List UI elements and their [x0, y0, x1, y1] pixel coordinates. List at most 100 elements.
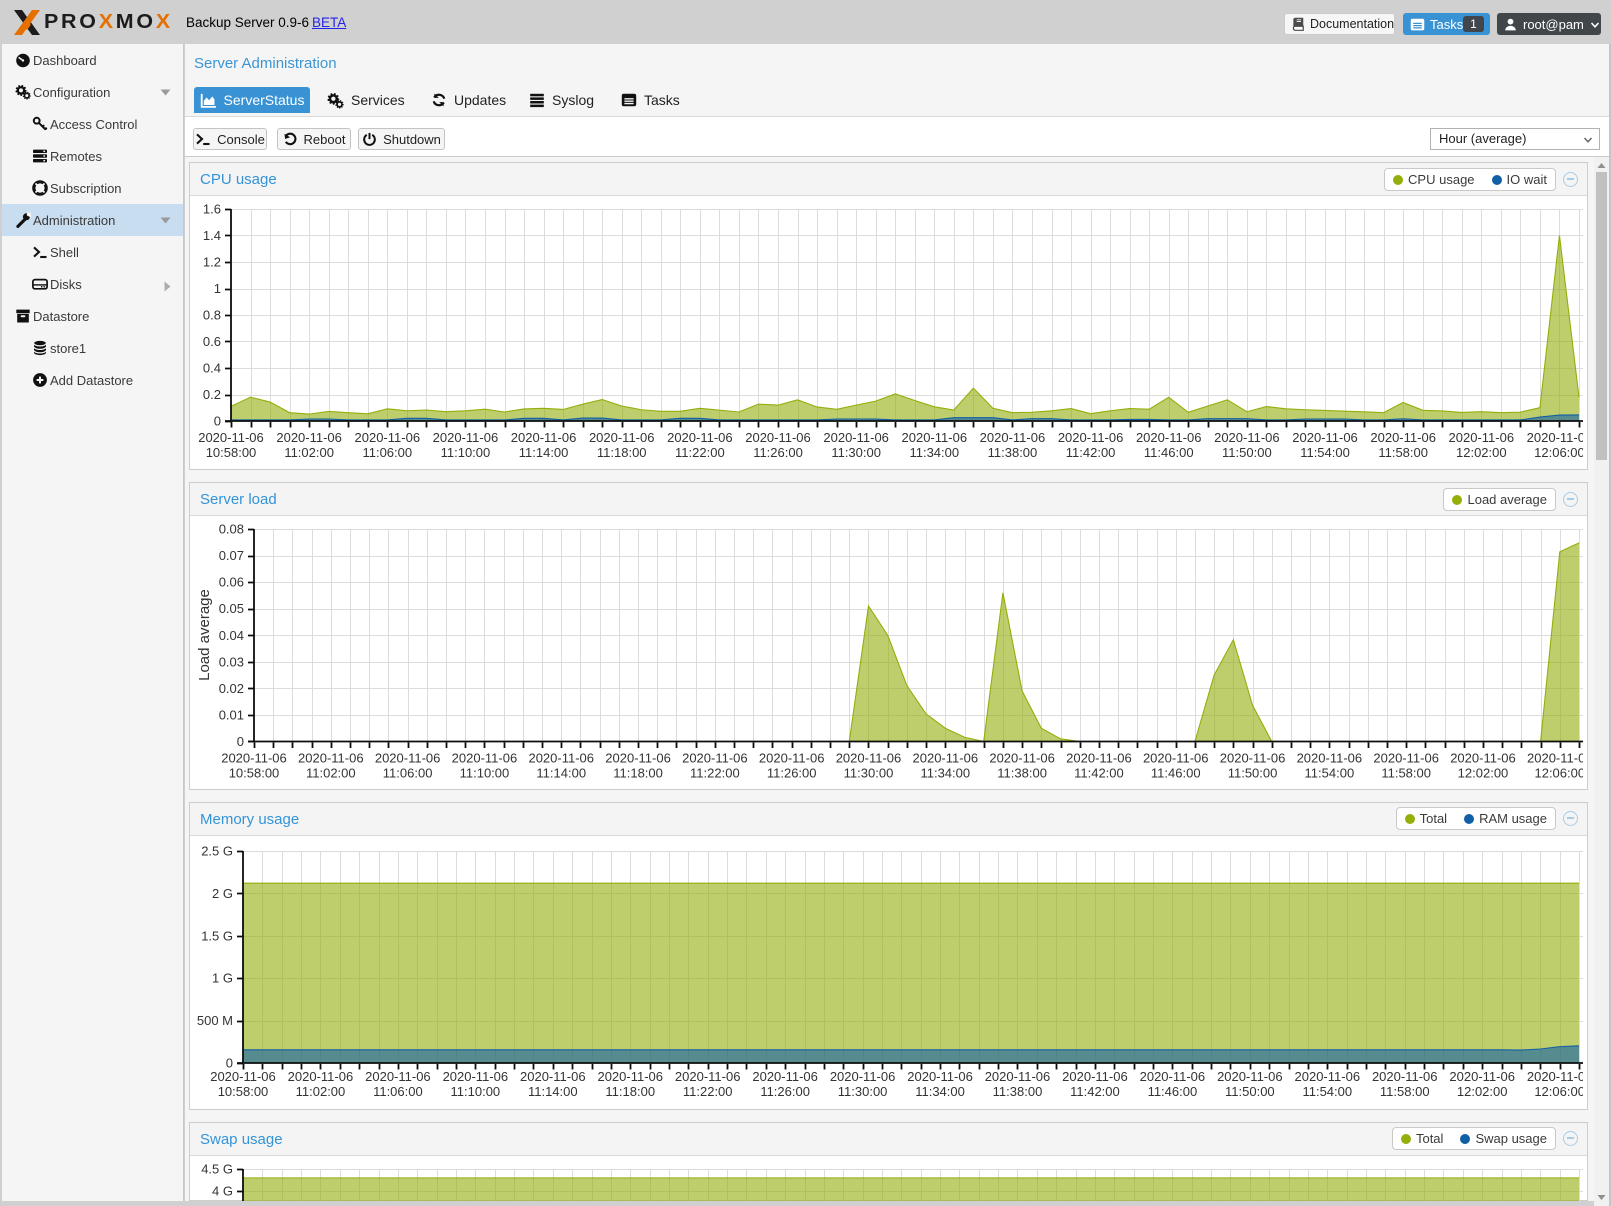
svg-text:11:10:00: 11:10:00	[460, 766, 510, 781]
svg-text:11:50:00: 11:50:00	[1228, 766, 1278, 781]
svg-text:2020-11-06: 2020-11-06	[1370, 430, 1436, 445]
svg-text:2020-11-06: 2020-11-06	[1450, 751, 1516, 766]
svg-text:11:42:00: 11:42:00	[1074, 766, 1124, 781]
svg-text:11:42:00: 11:42:00	[1066, 445, 1116, 460]
svg-text:11:34:00: 11:34:00	[909, 445, 959, 460]
svg-text:12:06:00: 12:06:00	[1534, 1084, 1583, 1099]
svg-text:2020-11-06: 2020-11-06	[520, 1069, 586, 1084]
svg-text:2020-11-06: 2020-11-06	[443, 1069, 509, 1084]
svg-text:11:46:00: 11:46:00	[1151, 766, 1201, 781]
svg-text:11:58:00: 11:58:00	[1378, 445, 1428, 460]
svg-text:11:06:00: 11:06:00	[362, 445, 412, 460]
svg-text:1: 1	[214, 281, 221, 296]
svg-text:11:42:00: 11:42:00	[1070, 1084, 1120, 1099]
svg-text:1.6: 1.6	[203, 202, 221, 217]
svg-text:2020-11-06: 2020-11-06	[605, 751, 671, 766]
svg-text:2020-11-06: 2020-11-06	[221, 751, 287, 766]
svg-text:1.5 G: 1.5 G	[201, 928, 233, 943]
svg-text:2020-11-06: 2020-11-06	[276, 430, 342, 445]
svg-text:2020-11-06: 2020-11-06	[980, 430, 1046, 445]
svg-text:11:38:00: 11:38:00	[993, 1084, 1043, 1099]
svg-text:11:50:00: 11:50:00	[1225, 1084, 1275, 1099]
svg-text:2020-11-06: 2020-11-06	[1217, 1069, 1283, 1084]
svg-text:11:18:00: 11:18:00	[605, 1084, 655, 1099]
svg-text:2020-11-06: 2020-11-06	[298, 751, 364, 766]
svg-text:12:06:00: 12:06:00	[1534, 766, 1583, 781]
svg-text:11:38:00: 11:38:00	[997, 766, 1047, 781]
svg-text:2020-11-06: 2020-11-06	[675, 1069, 741, 1084]
svg-text:11:30:00: 11:30:00	[844, 766, 894, 781]
svg-text:10:58:00: 10:58:00	[229, 766, 280, 781]
svg-text:12:02:00: 12:02:00	[1457, 1084, 1508, 1099]
svg-text:2020-11-06: 2020-11-06	[1372, 1069, 1438, 1084]
svg-text:2020-11-06: 2020-11-06	[375, 751, 441, 766]
svg-text:0: 0	[214, 414, 221, 429]
svg-text:2020-11-06: 2020-11-06	[682, 751, 748, 766]
svg-text:4.5 G: 4.5 G	[201, 1162, 233, 1177]
svg-text:0.03: 0.03	[219, 654, 244, 669]
svg-text:10:58:00: 10:58:00	[218, 1084, 269, 1099]
svg-text:11:34:00: 11:34:00	[915, 1084, 965, 1099]
svg-text:11:06:00: 11:06:00	[383, 766, 433, 781]
svg-text:0.07: 0.07	[219, 548, 244, 563]
svg-text:0.8: 0.8	[203, 308, 221, 323]
svg-text:11:10:00: 11:10:00	[441, 445, 491, 460]
svg-text:11:38:00: 11:38:00	[988, 445, 1038, 460]
svg-text:10:58:00: 10:58:00	[206, 445, 257, 460]
svg-text:2020-11-06: 2020-11-06	[667, 430, 733, 445]
svg-text:11:18:00: 11:18:00	[597, 445, 647, 460]
svg-text:2020-11-06: 2020-11-06	[433, 430, 499, 445]
svg-text:11:22:00: 11:22:00	[675, 445, 725, 460]
svg-text:2020-11-06: 2020-11-06	[528, 751, 594, 766]
svg-text:2020-11-06: 2020-11-06	[1058, 430, 1124, 445]
svg-text:2020-11-06: 2020-11-06	[985, 1069, 1051, 1084]
svg-text:2020-11-06: 2020-11-06	[907, 1069, 973, 1084]
svg-text:2020-11-06: 2020-11-06	[210, 1069, 276, 1084]
svg-text:11:14:00: 11:14:00	[519, 445, 569, 460]
svg-text:2020-11-06: 2020-11-06	[830, 1069, 896, 1084]
svg-text:2020-11-06: 2020-11-06	[823, 430, 889, 445]
svg-text:2020-11-06: 2020-11-06	[1297, 751, 1363, 766]
svg-text:12:02:00: 12:02:00	[1458, 766, 1509, 781]
svg-text:2020-11-06: 2020-11-06	[1220, 751, 1286, 766]
svg-text:2020-11-06: 2020-11-06	[836, 751, 902, 766]
svg-text:2020-11-06: 2020-11-06	[913, 751, 979, 766]
svg-text:0.05: 0.05	[219, 601, 244, 616]
svg-text:11:58:00: 11:58:00	[1380, 1084, 1430, 1099]
svg-text:2020-11-06: 2020-11-06	[1066, 751, 1132, 766]
svg-text:1 G: 1 G	[212, 971, 233, 986]
svg-text:11:54:00: 11:54:00	[1305, 766, 1355, 781]
svg-text:11:26:00: 11:26:00	[753, 445, 803, 460]
svg-text:Load average: Load average	[196, 589, 213, 681]
svg-text:2020-11-06: 2020-11-06	[1136, 430, 1202, 445]
svg-text:2020-11-06: 2020-11-06	[759, 751, 825, 766]
svg-text:2020-11-06: 2020-11-06	[355, 430, 421, 445]
svg-text:2020-11-06: 2020-11-06	[752, 1069, 818, 1084]
svg-text:11:18:00: 11:18:00	[613, 766, 663, 781]
svg-text:2020-11-06: 2020-11-06	[1527, 751, 1583, 766]
svg-text:0.06: 0.06	[219, 575, 244, 590]
svg-text:2020-11-06: 2020-11-06	[1292, 430, 1358, 445]
svg-text:11:10:00: 11:10:00	[451, 1084, 501, 1099]
svg-text:11:02:00: 11:02:00	[284, 445, 334, 460]
svg-text:11:54:00: 11:54:00	[1302, 1084, 1352, 1099]
svg-text:11:14:00: 11:14:00	[536, 766, 586, 781]
svg-text:2020-11-06: 2020-11-06	[1214, 430, 1280, 445]
svg-text:2020-11-06: 2020-11-06	[452, 751, 518, 766]
svg-text:11:58:00: 11:58:00	[1381, 766, 1431, 781]
svg-text:11:02:00: 11:02:00	[296, 1084, 346, 1099]
svg-text:1.2: 1.2	[203, 255, 221, 270]
svg-text:2020-11-06: 2020-11-06	[1527, 1069, 1583, 1084]
svg-text:11:46:00: 11:46:00	[1148, 1084, 1198, 1099]
svg-text:2020-11-06: 2020-11-06	[745, 430, 811, 445]
svg-text:2020-11-06: 2020-11-06	[198, 430, 264, 445]
svg-text:2020-11-06: 2020-11-06	[902, 430, 968, 445]
svg-text:11:30:00: 11:30:00	[838, 1084, 888, 1099]
svg-text:0.02: 0.02	[219, 681, 244, 696]
svg-text:1.4: 1.4	[203, 228, 221, 243]
svg-text:11:22:00: 11:22:00	[683, 1084, 733, 1099]
svg-text:2020-11-06: 2020-11-06	[1373, 751, 1439, 766]
svg-text:2020-11-06: 2020-11-06	[511, 430, 577, 445]
svg-text:11:30:00: 11:30:00	[831, 445, 881, 460]
svg-text:11:06:00: 11:06:00	[373, 1084, 423, 1099]
